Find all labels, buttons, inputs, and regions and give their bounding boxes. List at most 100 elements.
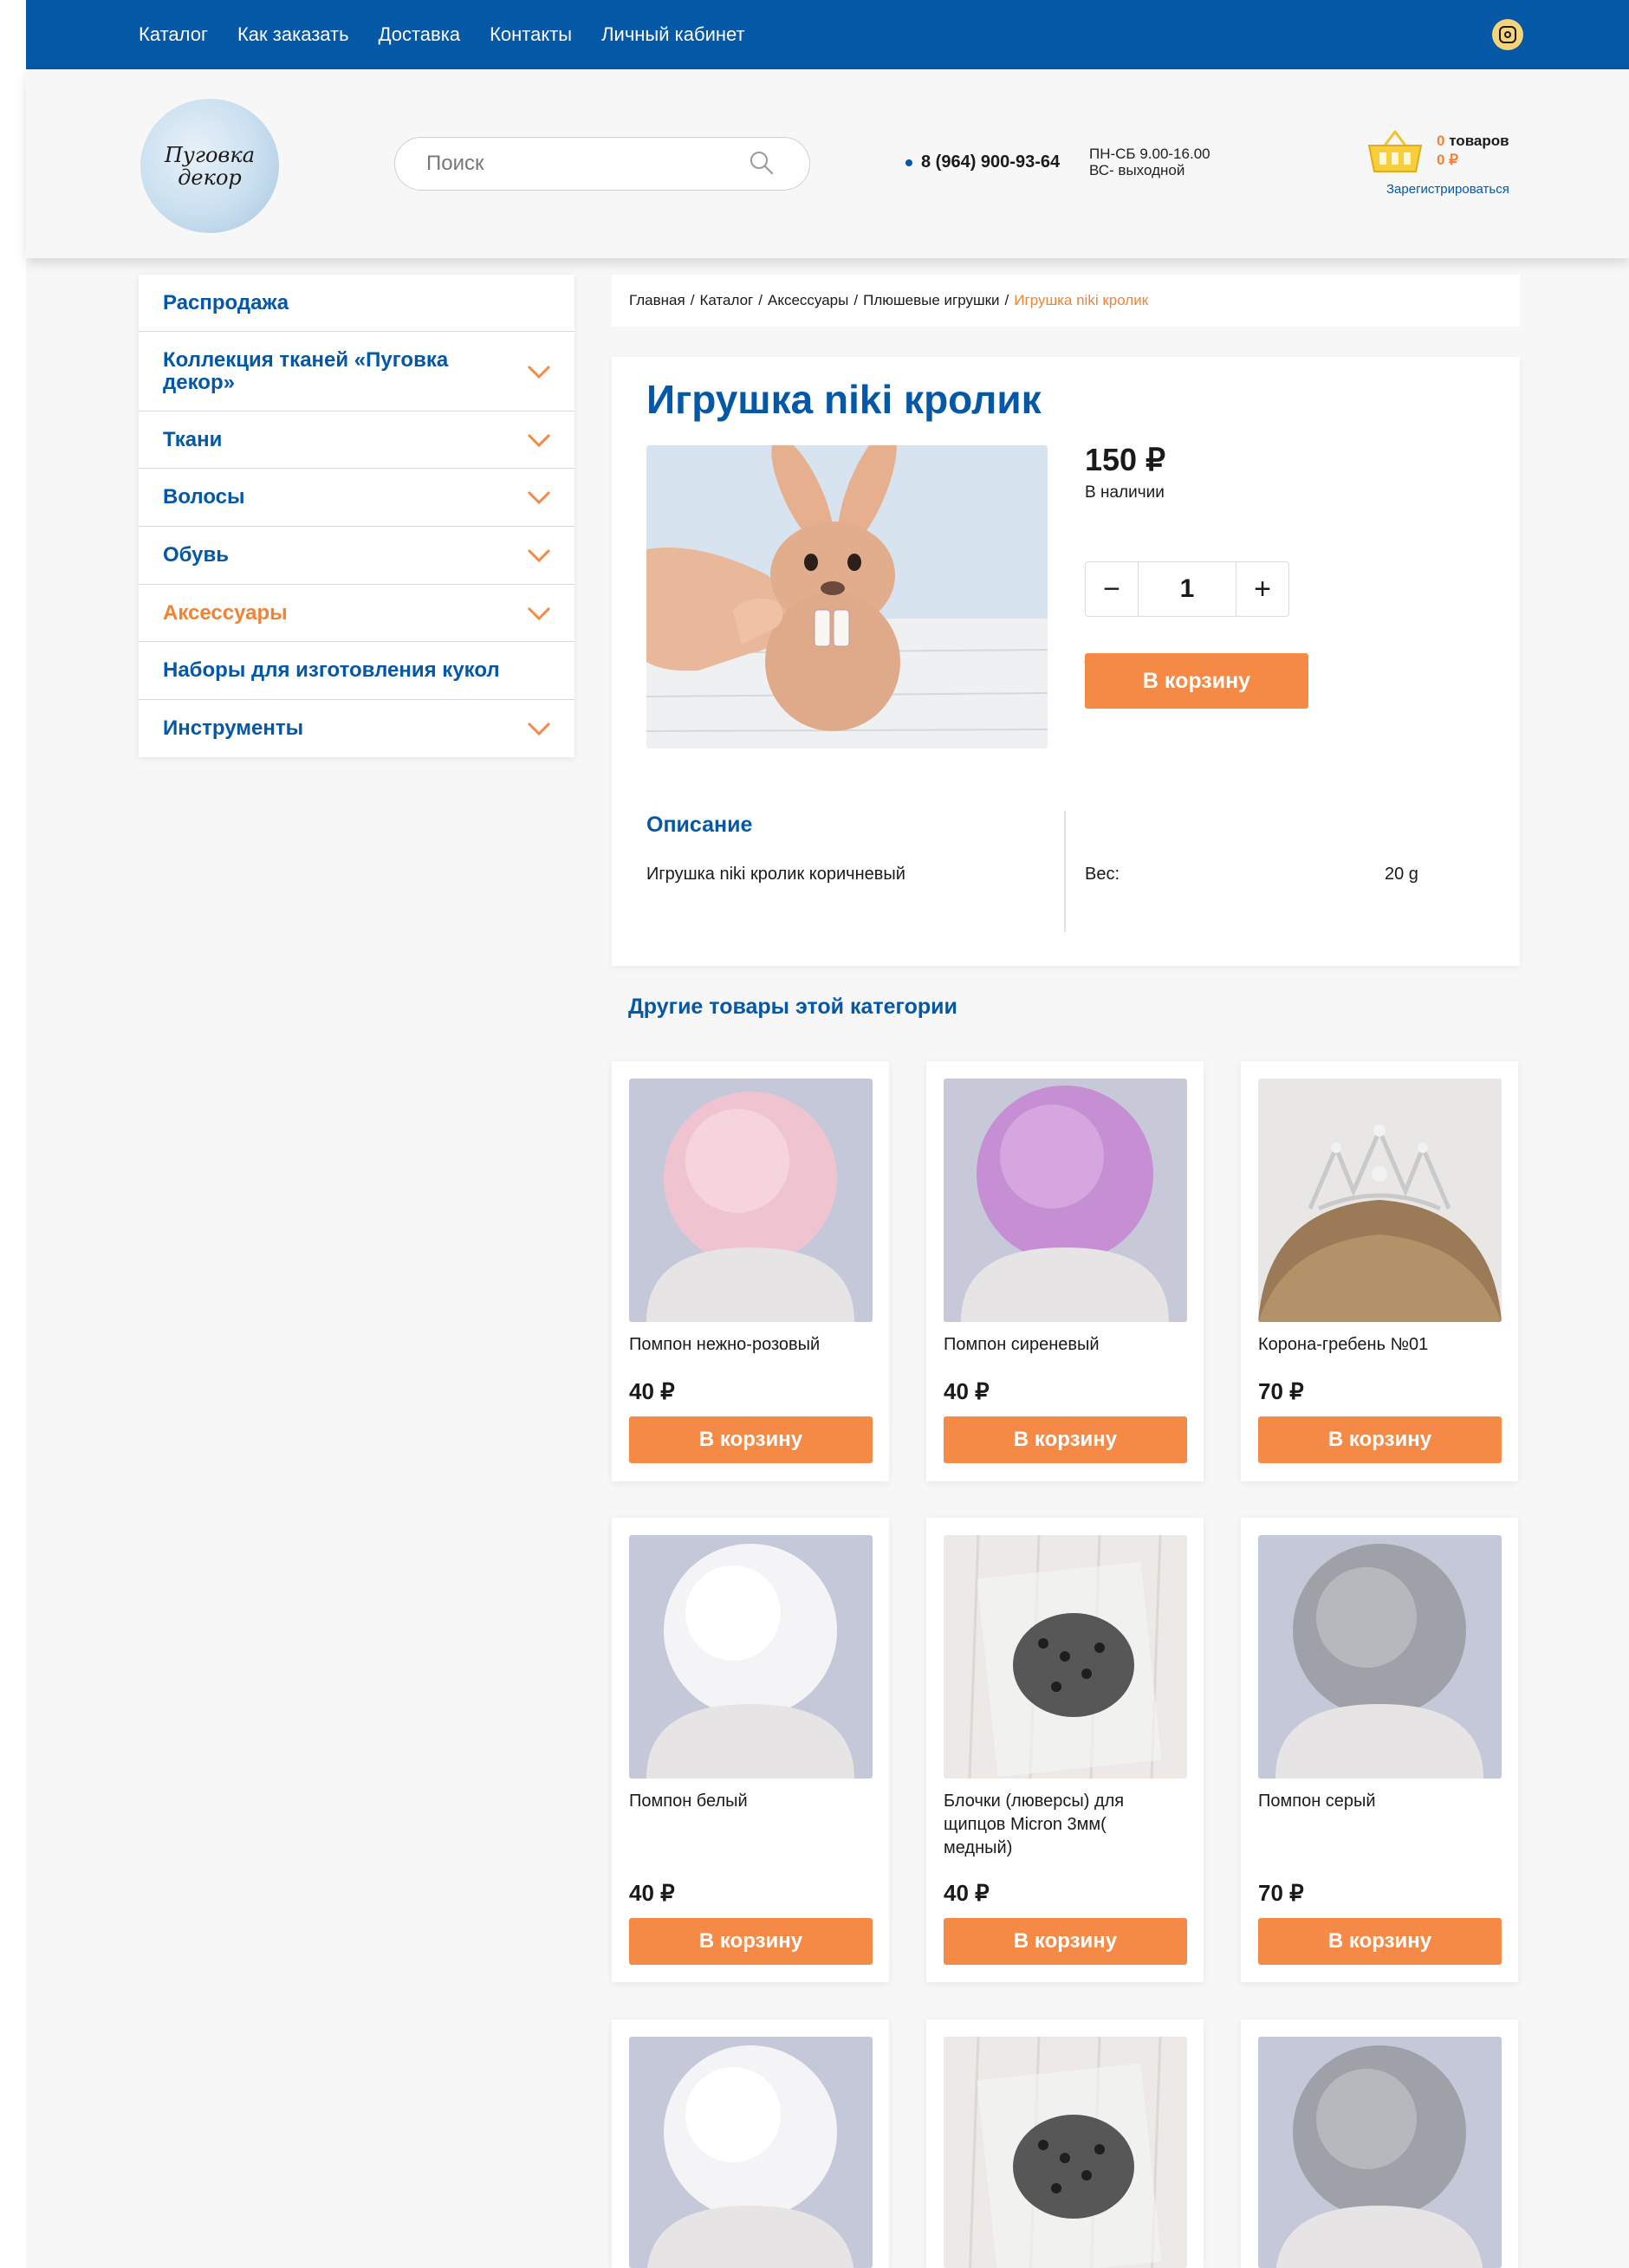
add-to-cart-button[interactable]: В корзину	[1258, 1918, 1502, 1965]
add-to-cart-button[interactable]: В корзину	[944, 1416, 1187, 1463]
related-product-card[interactable]: Помпон нежно-розовый 40 ₽ В корзину	[612, 1061, 889, 1481]
product-name[interactable]: Помпон серый	[1258, 1790, 1492, 1813]
phone-block: 8 (964) 900-93-64	[905, 152, 1060, 172]
add-to-cart-button[interactable]: В корзину	[1085, 653, 1308, 709]
product-price: 70 ₽	[1258, 1880, 1304, 1906]
quantity-stepper: − 1 +	[1085, 561, 1289, 617]
breadcrumb-plush-toys[interactable]: Плюшевые игрушки	[863, 292, 999, 309]
nav-contacts-link[interactable]: Контакты	[490, 23, 572, 46]
product-name[interactable]: Помпон белый	[629, 1790, 863, 1813]
phone-number[interactable]: 8 (964) 900-93-64	[921, 152, 1060, 172]
related-product-card[interactable]: Помпон серый 70 ₽ В корзину	[1241, 1518, 1518, 1982]
sidebar-item-label: Ткани	[163, 427, 223, 451]
product-price: 40 ₽	[629, 1378, 675, 1404]
product-thumbnail[interactable]	[944, 1079, 1187, 1322]
related-product-card[interactable]: Помпон сиреневый 40 ₽ В корзину	[926, 1061, 1204, 1481]
category-sidebar: Распродажа Коллекция тканей «Пуговка дек…	[139, 275, 574, 757]
chevron-down-icon[interactable]	[526, 364, 552, 379]
cart-count: 0 товаров	[1437, 133, 1509, 149]
product-thumbnail[interactable]	[1258, 2037, 1502, 2268]
product-name[interactable]: Помпон нежно-розовый	[629, 1333, 863, 1357]
working-hours: ПН-СБ 9.00-16.00 ВС- выходной	[1089, 146, 1210, 178]
add-to-cart-button[interactable]: В корзину	[944, 1918, 1187, 1965]
sidebar-item-label: Инструменты	[163, 716, 304, 740]
related-product-card[interactable]	[926, 2019, 1204, 2268]
quantity-minus-button[interactable]: −	[1086, 562, 1138, 616]
weight-value: 20 g	[1385, 865, 1418, 884]
page: Каталог Как заказать Доставка Контакты Л…	[26, 0, 1629, 2268]
sidebar-item-label: Обувь	[163, 543, 230, 567]
product-price: 150 ₽	[1085, 442, 1165, 477]
nav-delivery-link[interactable]: Доставка	[379, 23, 460, 46]
site-logo[interactable]: Пуговка декор	[140, 99, 279, 233]
search-input[interactable]	[426, 150, 738, 178]
chevron-down-icon[interactable]	[526, 721, 552, 736]
product-name[interactable]: Помпон сиреневый	[944, 1333, 1178, 1357]
search-box	[394, 137, 810, 191]
product-thumbnail[interactable]	[944, 1535, 1187, 1779]
sidebar-item-tools[interactable]: Инструменты	[139, 700, 574, 757]
product-price: 40 ₽	[629, 1880, 675, 1906]
product-price: 70 ₽	[1258, 1378, 1304, 1404]
nav-account-link[interactable]: Личный кабинет	[601, 23, 745, 46]
sidebar-item-fabrics[interactable]: Ткани	[139, 411, 574, 469]
sidebar-item-hair[interactable]: Волосы	[139, 469, 574, 527]
chevron-down-icon[interactable]	[526, 606, 552, 621]
product-name[interactable]: Блочки (люверсы) для щипцов Micron 3мм( …	[944, 1790, 1178, 1860]
product-thumbnail[interactable]	[1258, 1535, 1502, 1779]
cart-summary[interactable]: 0 товаров 0 ₽	[1437, 132, 1509, 170]
product-title: Игрушка niki кролик	[646, 377, 1042, 422]
product-price: 40 ₽	[944, 1378, 990, 1404]
product-thumbnail[interactable]	[629, 2037, 873, 2268]
product-thumbnail[interactable]	[629, 1079, 873, 1322]
site-header: Пуговкадекор 8 (964) 900-93-64 ПН-СБ 9.0…	[26, 69, 1629, 258]
top-nav: Каталог Как заказать Доставка Контакты Л…	[139, 0, 745, 69]
product-thumbnail[interactable]	[629, 1535, 873, 1779]
logo-text: Пуговка декор	[164, 142, 256, 190]
register-link[interactable]: Зарегистрироваться	[1386, 182, 1509, 197]
description-text: Игрушка niki кролик коричневый	[646, 865, 905, 884]
product-thumbnail[interactable]	[1258, 1079, 1502, 1322]
sidebar-item-sale[interactable]: Распродажа	[139, 275, 574, 332]
breadcrumb: Главная / Каталог / Аксессуары / Плюшевые и…	[612, 275, 1520, 327]
related-product-card[interactable]: Блочки (люверсы) для щипцов Micron 3мм( …	[926, 1518, 1204, 1982]
chevron-down-icon[interactable]	[526, 548, 552, 563]
phone-bullet-icon	[905, 159, 912, 166]
chevron-down-icon[interactable]	[526, 489, 552, 505]
product-price: 40 ₽	[944, 1880, 990, 1906]
sidebar-item-accessories[interactable]: Аксессуары	[139, 585, 574, 642]
breadcrumb-home[interactable]: Главная	[629, 292, 685, 309]
nav-catalog-link[interactable]: Каталог	[139, 23, 208, 46]
related-product-card[interactable]: Помпон белый 40 ₽ В корзину	[612, 1518, 889, 1982]
breadcrumb-current: Игрушка niki кролик	[1014, 292, 1149, 308]
related-product-card[interactable]: Корона-гребень №01 70 ₽ В корзину	[1241, 1061, 1518, 1481]
instagram-icon[interactable]	[1492, 19, 1523, 50]
breadcrumb-accessories[interactable]: Аксессуары	[768, 292, 848, 309]
basket-icon[interactable]	[1367, 128, 1423, 175]
breadcrumb-catalog[interactable]: Каталог	[699, 292, 753, 309]
sidebar-item-label: Наборы для изготовления кукол	[163, 658, 500, 682]
add-to-cart-button[interactable]: В корзину	[629, 1416, 873, 1463]
product-thumbnail[interactable]	[944, 2037, 1187, 2268]
sidebar-item-doll-kits[interactable]: Наборы для изготовления кукол	[139, 642, 574, 700]
chevron-down-icon[interactable]	[526, 432, 552, 448]
quantity-plus-button[interactable]: +	[1236, 562, 1288, 616]
product-image[interactable]	[646, 445, 1048, 748]
related-product-card[interactable]	[1241, 2019, 1518, 2268]
cart-sum: 0 ₽	[1437, 152, 1458, 168]
sidebar-item-label: Коллекция тканей «Пуговка декор»	[163, 347, 449, 394]
sidebar-item-label: Волосы	[163, 485, 245, 509]
sidebar-item-shoes[interactable]: Обувь	[139, 527, 574, 585]
add-to-cart-button[interactable]: В корзину	[629, 1918, 873, 1965]
quantity-value[interactable]: 1	[1138, 562, 1236, 616]
nav-how-to-order-link[interactable]: Как заказать	[237, 23, 349, 46]
add-to-cart-button[interactable]: В корзину	[1258, 1416, 1502, 1463]
product-card: Игрушка niki кролик 150 ₽ В наличии − 1 …	[612, 357, 1520, 966]
product-name[interactable]: Корона-гребень №01	[1258, 1333, 1492, 1357]
sidebar-item-fabric-collection[interactable]: Коллекция тканей «Пуговка декор»	[139, 332, 574, 411]
related-product-card[interactable]	[612, 2019, 889, 2268]
search-icon[interactable]	[749, 150, 775, 176]
hours-weekdays: ПН-СБ 9.00-16.00	[1089, 146, 1210, 162]
hours-sunday: ВС- выходной	[1089, 162, 1185, 178]
sidebar-item-label: Аксессуары	[163, 600, 288, 625]
